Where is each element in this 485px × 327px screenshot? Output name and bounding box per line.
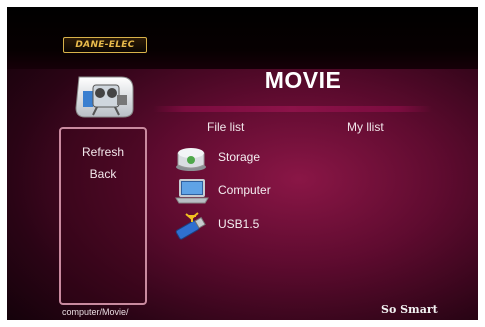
list-item-label: USB1.5 (218, 217, 260, 231)
brand-logo: DANE-ELEC (63, 37, 147, 53)
list-item-label: Computer (218, 183, 271, 197)
list-item-label: Storage (218, 150, 261, 164)
tab-my-list[interactable]: My llist (347, 120, 384, 134)
usb-drive-icon (175, 212, 206, 240)
media-player-screen: DANE-ELEC MOVIE File list My llist Refre… (7, 7, 478, 320)
refresh-button[interactable]: Refresh (61, 145, 145, 159)
page-title: MOVIE (264, 67, 342, 93)
brand-tagline: So Smart (381, 303, 438, 316)
side-menu: Refresh Back (59, 127, 147, 305)
tab-file-list[interactable]: File list (207, 120, 244, 134)
storage-drive-icon (176, 148, 206, 171)
list-item-usb[interactable]: USB1.5 (172, 210, 392, 240)
back-button[interactable]: Back (61, 167, 145, 181)
movie-camera-icon (75, 76, 134, 118)
current-path: computer/Movie/ (62, 307, 129, 317)
list-item-storage[interactable]: Storage (172, 143, 392, 173)
laptop-icon (175, 179, 209, 204)
header-divider (153, 106, 432, 112)
list-item-computer[interactable]: Computer (172, 176, 392, 206)
